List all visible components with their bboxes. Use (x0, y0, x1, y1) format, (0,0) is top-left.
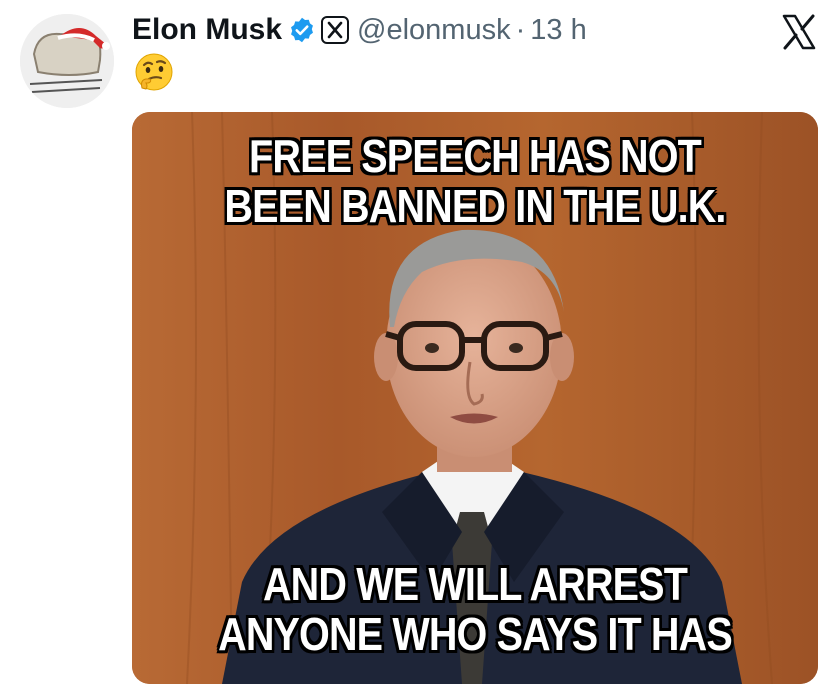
tweet-media-image[interactable]: FREE SPEECH HAS NOT BEEN BANNED IN THE U… (132, 112, 818, 684)
tweet-header: Elon Musk @elonmusk · 13 h (132, 10, 587, 50)
author-name[interactable]: Elon Musk (132, 13, 282, 47)
author-handle[interactable]: @elonmusk (357, 14, 511, 47)
thinking-face-emoji (134, 52, 174, 92)
separator-dot: · (515, 13, 526, 46)
avatar-image (20, 14, 114, 108)
meme-caption-bottom-2: ANYONE WHO SAYS IT HAS (218, 608, 733, 660)
meme-caption-top-1: FREE SPEECH HAS NOT (249, 130, 702, 182)
avatar[interactable] (20, 14, 114, 108)
meme-caption-top-2: BEEN BANNED IN THE U.K. (224, 180, 726, 232)
verified-badge-icon[interactable] (288, 16, 316, 44)
x-logo-icon (781, 14, 817, 50)
meme-caption-bottom-1: AND WE WILL ARREST (262, 558, 688, 610)
x-affiliate-icon[interactable] (321, 16, 350, 44)
timestamp[interactable]: 13 h (530, 14, 586, 47)
